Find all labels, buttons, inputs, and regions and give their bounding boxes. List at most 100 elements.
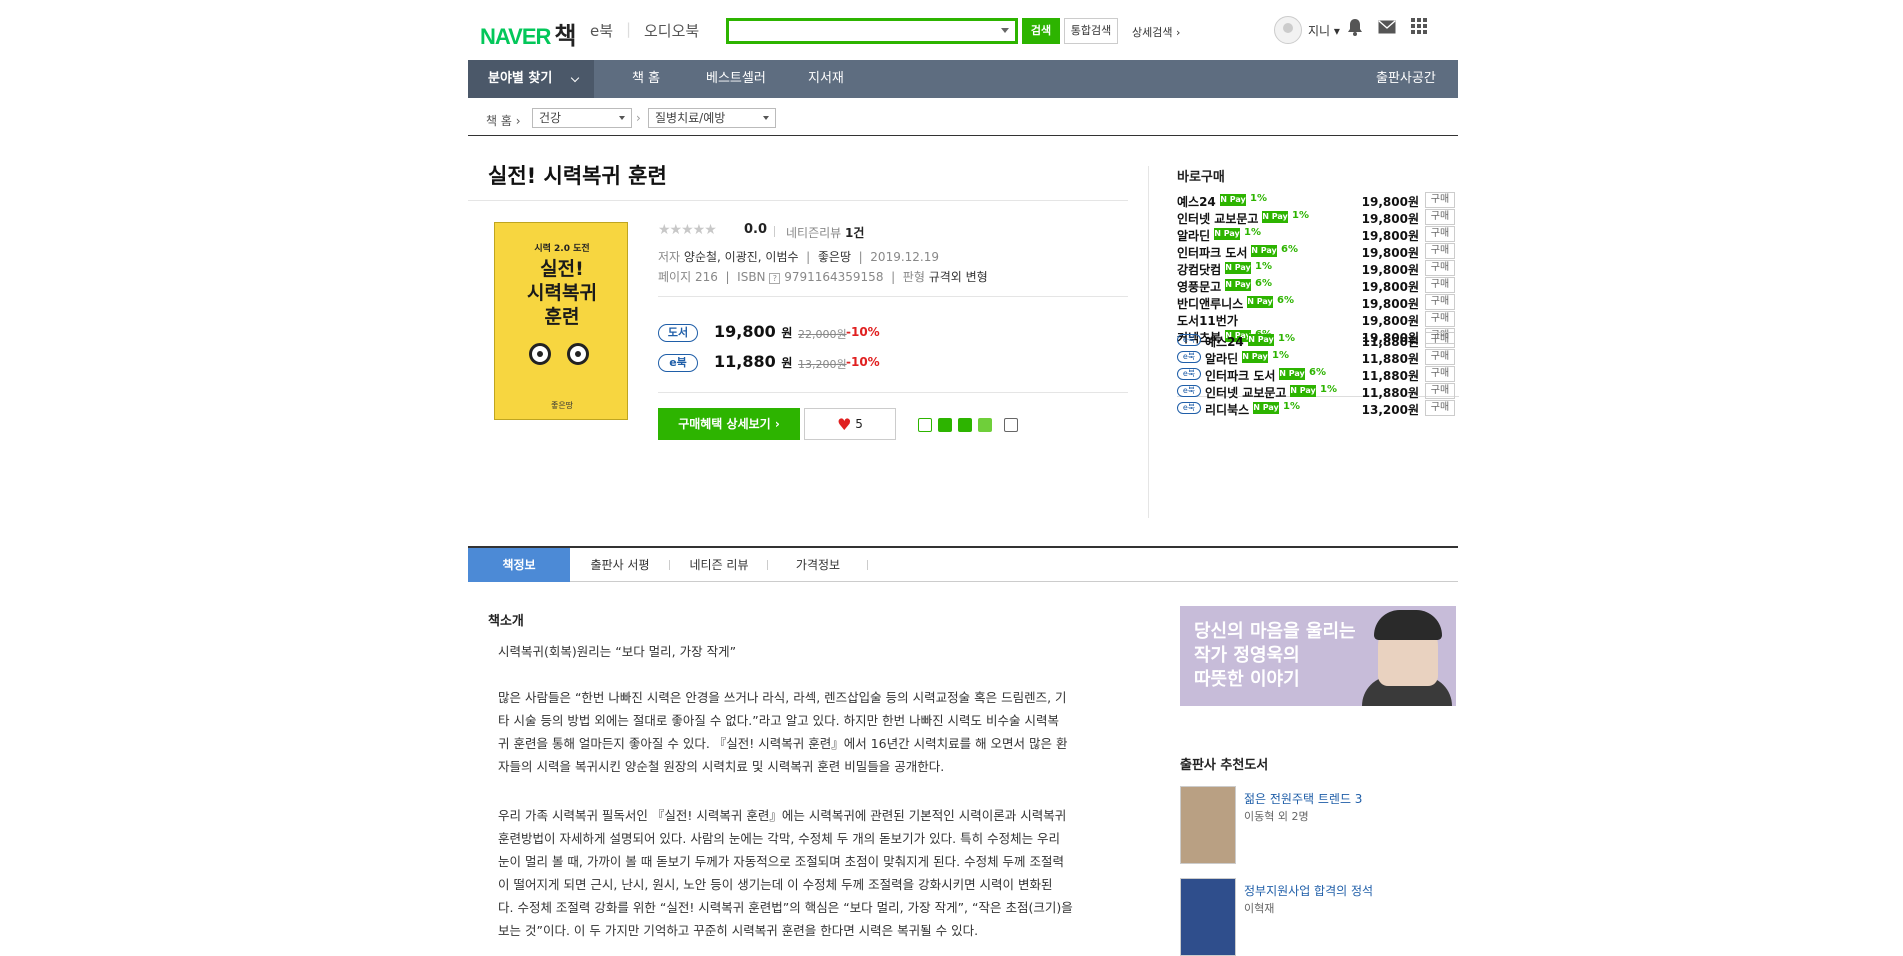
store-name[interactable]: 강컴닷컴	[1177, 261, 1221, 278]
recommend-book-title[interactable]: 정부지원사업 합격의 정석	[1244, 882, 1373, 899]
search-dropdown-icon[interactable]	[1001, 28, 1009, 33]
npay-rate: 1%	[1272, 350, 1289, 361]
apps-grid-icon[interactable]	[1408, 18, 1430, 40]
npay-rate: 1%	[1250, 193, 1267, 204]
paragraph-line: 이 떨어지게 되면 근시, 난시, 원시, 노안 등이 생기는데 이 수정체 두…	[498, 877, 1053, 892]
nav-audiobook[interactable]: 오디오북	[644, 20, 699, 41]
buy-button[interactable]: 구매	[1425, 192, 1455, 208]
integrated-search-button[interactable]: 통합검색	[1064, 18, 1118, 44]
store-name[interactable]: 리디북스	[1205, 401, 1249, 418]
cover-publisher: 좋은땅	[550, 401, 574, 410]
buy-button[interactable]: 구매	[1425, 243, 1455, 259]
store-name[interactable]: 인터파크 도서	[1205, 367, 1275, 384]
recommend-book-title[interactable]: 젊은 전원주택 트렌드 3	[1244, 790, 1362, 807]
book-cover[interactable]: 시력 2.0 도전 실전! 시력복귀 훈련 좋은땅	[494, 222, 628, 420]
buy-button[interactable]: 구매	[1425, 226, 1455, 242]
store-name[interactable]: 영풍문고	[1177, 278, 1221, 295]
ebook-tag: e북	[658, 354, 698, 372]
store-name[interactable]: 알라딘	[1205, 350, 1238, 367]
paragraph-line: 눈이 멀리 볼 때, 가까이 볼 때 돋보기 두께가 자동적으로 조절되며 초점…	[498, 854, 1065, 869]
breadcrumb: 책 홈 › 건강 › 질병치료/예방	[468, 106, 1458, 136]
tab-publisher-review[interactable]: 출판사 서평	[570, 548, 670, 582]
purchase-benefits-button[interactable]: 구매혜택 상세보기 ›	[658, 408, 800, 440]
npay-rate: 1%	[1320, 384, 1337, 395]
category-select-1[interactable]: 건강	[532, 108, 632, 128]
store-name[interactable]: 인터넷 교보문고	[1177, 210, 1258, 227]
store-name[interactable]: 예스24	[1205, 333, 1244, 350]
like-count: 5	[855, 417, 863, 431]
help-icon[interactable]: ?	[769, 273, 781, 284]
tab-netizen-review[interactable]: 네티즌 리뷰	[670, 548, 768, 582]
store-name[interactable]: 인터파크 도서	[1177, 244, 1247, 261]
share-bookmark-icon[interactable]	[958, 418, 972, 432]
authors[interactable]: 양순철, 이광진, 이범수	[684, 250, 799, 264]
user-name-menu[interactable]: 지니 ▾	[1308, 22, 1340, 39]
buy-button[interactable]: 구매	[1425, 400, 1455, 416]
nav-ebook[interactable]: e북	[590, 20, 613, 41]
bell-icon[interactable]	[1344, 18, 1366, 40]
author-promo-banner[interactable]: 당신의 마음을 울리는 작가 정영욱의 따뜻한 이야기	[1180, 606, 1456, 706]
store-name[interactable]: 도서11번가	[1177, 312, 1238, 329]
publish-date: 2019.12.19	[870, 250, 940, 264]
buy-button[interactable]: 구매	[1425, 294, 1455, 310]
paper-original-price: 22,000원	[798, 328, 847, 341]
nav-publisher-space[interactable]: 출판사공간	[1376, 60, 1436, 98]
heart-icon: ♥	[837, 415, 852, 434]
paper-discount: -10%	[846, 325, 880, 339]
like-button[interactable]: ♥ 5	[804, 408, 896, 440]
store-name[interactable]: 반디앤루니스	[1177, 295, 1243, 312]
store-price: 19,800원	[1361, 263, 1419, 277]
category-menu-button[interactable]: 분야별 찾기	[468, 60, 594, 98]
buy-button[interactable]: 구매	[1425, 260, 1455, 276]
advanced-search-link[interactable]: 상세검색 ›	[1132, 24, 1180, 40]
store-name[interactable]: 알라딘	[1177, 227, 1210, 244]
store-price: 19,800원	[1361, 314, 1419, 328]
buy-button[interactable]: 구매	[1425, 366, 1455, 382]
category-select-2[interactable]: 질병치료/예방	[648, 108, 776, 128]
recommend-book-cover[interactable]	[1180, 878, 1236, 956]
buy-button[interactable]: 구매	[1425, 209, 1455, 225]
naver-book-logo[interactable]: NAVER 책	[480, 16, 576, 51]
ebook-store-row: e북 인터넷 교보문고 N Pay 1% 11,880원 구매	[1177, 383, 1459, 400]
nav-my-library[interactable]: 지서재	[808, 60, 844, 98]
recommend-heading: 출판사 추천도서	[1180, 758, 1269, 773]
store-price: 11,880원	[1361, 369, 1419, 383]
nav-bestseller[interactable]: 베스트셀러	[706, 60, 766, 98]
tab-price-info[interactable]: 가격정보	[768, 548, 868, 582]
cover-subtitle: 시력 2.0 도전	[534, 244, 590, 254]
paper-price-value: 19,800	[714, 322, 776, 341]
avatar[interactable]	[1274, 16, 1302, 44]
store-name[interactable]: 예스24	[1177, 193, 1216, 210]
share-icon[interactable]	[1004, 418, 1018, 432]
store-name[interactable]: 인터넷 교보문고	[1205, 384, 1286, 401]
breadcrumb-home[interactable]: 책 홈 ›	[486, 112, 521, 129]
store-price: 19,800원	[1361, 280, 1419, 294]
buy-button[interactable]: 구매	[1425, 277, 1455, 293]
ebook-store-row: e북 리디북스 N Pay 1% 13,200원 구매	[1177, 400, 1459, 417]
won-unit: 원	[781, 356, 793, 370]
tab-book-info[interactable]: 책정보	[468, 548, 570, 582]
ebook-badge: e북	[1177, 351, 1201, 363]
buy-button[interactable]: 구매	[1425, 332, 1455, 348]
share-memo-icon[interactable]	[978, 418, 992, 432]
buy-button[interactable]: 구매	[1425, 383, 1455, 399]
buy-button[interactable]: 구매	[1425, 311, 1455, 327]
search-input[interactable]	[726, 18, 1018, 44]
nav-book-home[interactable]: 책 홈	[632, 60, 660, 98]
review-info[interactable]: 네티즌리뷰 1건	[786, 224, 864, 241]
chevron-down-icon	[570, 73, 580, 83]
npay-badge: N Pay	[1225, 262, 1251, 274]
buy-button[interactable]: 구매	[1425, 349, 1455, 365]
ebook-store-row: e북 예스24 N Pay 1% 11,880원 구매	[1177, 332, 1459, 349]
npay-rate: 1%	[1244, 227, 1261, 238]
mail-icon[interactable]	[1376, 18, 1398, 40]
share-cafe-icon[interactable]	[938, 418, 952, 432]
category-select-2-value: 질병치료/예방	[655, 111, 726, 125]
share-line-icon[interactable]	[918, 418, 932, 432]
paper-store-row: 알라딘 N Pay 1% 19,800원 구매	[1177, 226, 1459, 243]
publisher[interactable]: 좋은땅	[818, 250, 851, 264]
recommend-book-cover[interactable]	[1180, 786, 1236, 864]
store-price: 11,880원	[1361, 352, 1419, 366]
search-button[interactable]: 검색	[1022, 18, 1060, 44]
ebook-store-row: e북 알라딘 N Pay 1% 11,880원 구매	[1177, 349, 1459, 366]
